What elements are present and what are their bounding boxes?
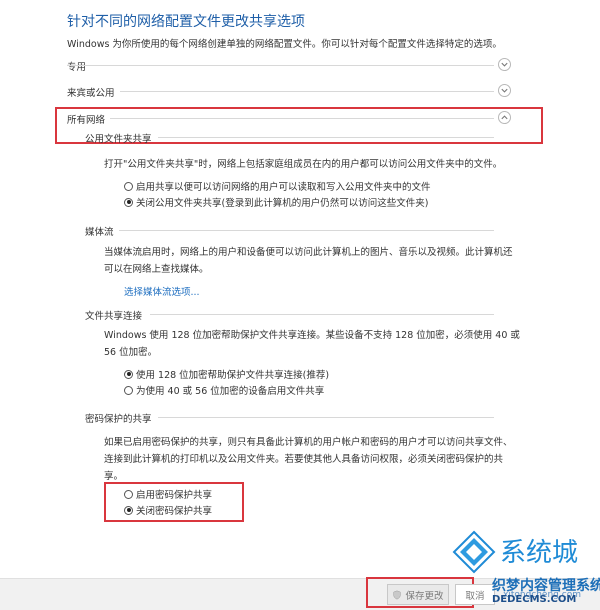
password-protected-sharing-description-line1: 如果已启用密码保护的共享，则只有具备此计算机的用户帐户和密码的用户才可以访问共享… (104, 437, 513, 448)
public-folder-sharing-divider (158, 137, 494, 138)
watermark-site1: 系统城 (500, 538, 579, 568)
radio-button-icon[interactable] (124, 181, 133, 191)
public-folder-sharing-heading: 公用文件夹共享 (85, 134, 152, 145)
public-folder-sharing-description: 打开"公用文件夹共享"时，网络上包括家庭组成员在内的用户都可以访问公用文件夹中的… (104, 159, 503, 170)
expand-private-chevron-down-icon[interactable] (498, 58, 511, 71)
media-streaming-description-line2: 可以在网络上查找媒体。 (104, 264, 209, 275)
password-sharing-on-label: 启用密码保护共享 (136, 490, 213, 501)
expand-guest-public-chevron-down-icon[interactable] (498, 84, 511, 97)
watermark-site2-url: DEDECMS.COM (492, 594, 577, 605)
radio-button-selected-icon[interactable] (124, 505, 133, 515)
radio-button-selected-icon[interactable] (124, 197, 133, 207)
password-protected-sharing-description: 如果已启用密码保护的共享，则只有具备此计算机的用户帐户和密码的用户才可以访问共享… (104, 434, 513, 485)
media-streaming-description: 当媒体流启用时，网络上的用户和设备便可以访问此计算机上的图片、音乐以及视频。此计… (104, 244, 513, 278)
password-sharing-off-label: 关闭密码保护共享 (136, 506, 213, 517)
save-changes-button[interactable]: 保存更改 (387, 584, 449, 605)
profile-private-divider (67, 65, 494, 66)
radio-button-icon[interactable] (124, 489, 133, 499)
profile-all-networks-divider (110, 118, 494, 119)
public-folder-sharing-off-label: 关闭公用文件夹共享(登录到此计算机的用户仍然可以访问这些文件夹) (136, 198, 429, 209)
profile-all-networks-label[interactable]: 所有网络 (67, 112, 105, 126)
page-title: 针对不同的网络配置文件更改共享选项 (67, 14, 305, 30)
password-protected-sharing-divider (158, 417, 494, 418)
shield-icon (393, 590, 402, 599)
radio-button-selected-icon[interactable] (124, 369, 133, 379)
public-folder-sharing-on-label: 启用共享以便可以访问网络的用户可以读取和写入公用文件夹中的文件 (136, 182, 431, 193)
radio-button-icon[interactable] (124, 385, 133, 395)
encryption-128-radio[interactable]: 使用 128 位加密帮助保护文件共享连接(推荐) (124, 367, 329, 381)
password-protected-sharing-description-line2: 连接到此计算机的打印机以及公用文件夹。若要使其他人具备访问权限，必须关闭密码保护… (104, 454, 504, 465)
media-streaming-heading: 媒体流 (85, 227, 114, 238)
file-sharing-connections-divider (150, 314, 494, 315)
file-sharing-connections-description-line1: Windows 使用 128 位加密帮助保护文件共享连接。某些设备不支持 128… (104, 330, 520, 341)
profile-guest-public-label: 来宾或公用 (67, 88, 115, 99)
password-protected-sharing-heading: 密码保护的共享 (85, 414, 152, 425)
encryption-128-label: 使用 128 位加密帮助保护文件共享连接(推荐) (136, 370, 330, 381)
collapse-all-networks-chevron-up-icon[interactable] (498, 111, 511, 124)
cancel-button[interactable]: 取消 (455, 584, 495, 605)
file-sharing-connections-description: Windows 使用 128 位加密帮助保护文件共享连接。某些设备不支持 128… (104, 327, 520, 361)
encryption-40-56-radio[interactable]: 为使用 40 或 56 位加密的设备启用文件共享 (124, 383, 324, 397)
file-sharing-connections-heading: 文件共享连接 (85, 311, 143, 322)
media-streaming-description-line1: 当媒体流启用时，网络上的用户和设备便可以访问此计算机上的图片、音乐以及视频。此计… (104, 247, 513, 258)
profile-private-label: 专用 (67, 62, 87, 73)
xitongcheng-logo-icon (452, 530, 496, 574)
profile-guest-public-divider (120, 91, 494, 92)
file-sharing-connections-description-line2: 56 位加密。 (104, 347, 158, 358)
public-folder-sharing-off-radio[interactable]: 关闭公用文件夹共享(登录到此计算机的用户仍然可以访问这些文件夹) (124, 195, 428, 209)
encryption-40-56-label: 为使用 40 或 56 位加密的设备启用文件共享 (136, 386, 325, 397)
media-streaming-divider (119, 230, 494, 231)
password-sharing-off-radio[interactable]: 关闭密码保护共享 (124, 503, 212, 517)
page-description: Windows 为你所使用的每个网络创建单独的网络配置文件。你可以针对每个配置文… (67, 39, 502, 50)
cancel-label: 取消 (465, 590, 485, 602)
public-folder-sharing-on-radio[interactable]: 启用共享以便可以访问网络的用户可以读取和写入公用文件夹中的文件 (124, 179, 431, 193)
password-sharing-on-radio[interactable]: 启用密码保护共享 (124, 487, 212, 501)
choose-media-streaming-options-link[interactable]: 选择媒体流选项... (124, 284, 200, 298)
save-changes-label: 保存更改 (405, 590, 444, 602)
